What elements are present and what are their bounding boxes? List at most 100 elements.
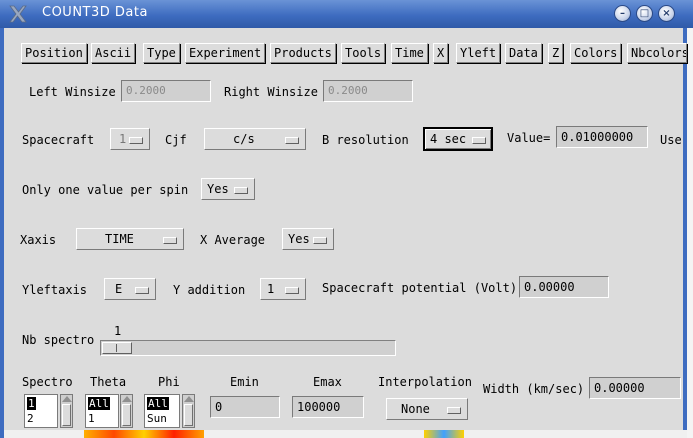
menu-ascii[interactable]: Ascii xyxy=(91,43,136,63)
use-label: Use xyxy=(660,133,682,147)
one-value-per-spin-label: Only one value per spin xyxy=(22,183,189,197)
background-plot-strip xyxy=(4,430,687,438)
spectro-label: Spectro xyxy=(22,375,73,389)
x-average-label: X Average xyxy=(200,233,266,247)
y-addition-select[interactable]: 1 xyxy=(260,278,306,300)
menu-position[interactable]: Position xyxy=(21,43,87,63)
emax-field[interactable]: 100000 xyxy=(292,396,364,418)
yleftaxis-label: Yleftaxis xyxy=(22,283,88,297)
one-value-per-spin-select[interactable]: Yes xyxy=(201,178,255,200)
interpolation-value: None xyxy=(401,402,430,416)
option-indicator-icon xyxy=(129,137,143,144)
window-title: COUNT3D Data xyxy=(42,5,148,20)
theta-list[interactable]: All 1 xyxy=(85,394,119,428)
cjf-select[interactable]: c/s xyxy=(204,128,306,150)
maximize-icon: □ xyxy=(639,8,650,19)
emin-label: Emin xyxy=(230,375,259,389)
spectro-scrollbar[interactable] xyxy=(60,394,73,428)
left-winsize-label: Left Winsize xyxy=(29,85,116,99)
option-indicator-icon xyxy=(285,137,299,144)
spacecraft-potential-field[interactable]: 0.00000 xyxy=(519,276,609,298)
phi-list[interactable]: All Sun xyxy=(144,394,180,428)
scroll-up-icon[interactable] xyxy=(122,396,132,402)
spacecraft-select[interactable]: 1 xyxy=(110,128,150,150)
option-indicator-icon xyxy=(234,187,248,194)
value-field[interactable]: 0.01000000 xyxy=(556,126,648,148)
xaxis-select[interactable]: TIME xyxy=(76,228,184,250)
yleftaxis-select[interactable]: E xyxy=(104,278,156,300)
list-item-selected[interactable]: 1 xyxy=(27,397,36,410)
left-winsize-field[interactable]: 0.2000 xyxy=(121,80,211,102)
minimize-icon: – xyxy=(620,8,625,19)
list-item-selected[interactable]: All xyxy=(147,397,169,410)
emin-field[interactable]: 0 xyxy=(210,396,280,418)
menu-experiment[interactable]: Experiment xyxy=(185,43,266,63)
spectrogram-fragment xyxy=(84,430,204,438)
phi-scrollbar[interactable] xyxy=(182,394,195,428)
scrollbar-thumb[interactable] xyxy=(184,404,193,426)
maximize-button[interactable]: □ xyxy=(636,5,653,22)
spacecraft-label: Spacecraft xyxy=(22,133,95,147)
cjf-value: c/s xyxy=(233,132,255,146)
scroll-up-icon[interactable] xyxy=(184,396,194,402)
menu-colors[interactable]: Colors xyxy=(570,43,622,63)
y-addition-label: Y addition xyxy=(173,283,246,297)
b-resolution-label: B resolution xyxy=(322,133,409,147)
option-indicator-icon xyxy=(135,287,149,294)
width-field[interactable]: 0.00000 xyxy=(589,377,681,399)
value-label: Value= xyxy=(507,131,551,145)
list-item[interactable]: 1 xyxy=(88,412,95,425)
nb-spectro-value: 1 xyxy=(114,324,122,338)
emax-label: Emax xyxy=(313,375,342,389)
spectro-list[interactable]: 1 2 xyxy=(24,394,58,428)
interpolation-label: Interpolation xyxy=(378,375,472,389)
interpolation-select[interactable]: None xyxy=(386,398,468,420)
yleftaxis-value: E xyxy=(115,282,123,296)
option-indicator-icon xyxy=(163,237,177,244)
menu-tools[interactable]: Tools xyxy=(341,43,386,63)
menu-time[interactable]: Time xyxy=(391,43,428,63)
b-resolution-select[interactable]: 4 sec xyxy=(423,127,493,151)
spin-value: Yes xyxy=(207,182,229,196)
menu-products[interactable]: Products xyxy=(270,43,336,63)
spacecraft-value: 1 xyxy=(119,132,127,146)
right-winsize-label: Right Winsize xyxy=(224,85,318,99)
slider-thumb[interactable] xyxy=(102,342,132,354)
menu-type[interactable]: Type xyxy=(143,43,180,63)
x-logo-icon xyxy=(9,5,27,23)
spacecraft-potential-label: Spacecraft potential (Volt) xyxy=(322,281,518,295)
option-indicator-icon xyxy=(313,237,327,244)
menu-nbcolors[interactable]: Nbcolors xyxy=(627,43,687,63)
xaxis-label: Xaxis xyxy=(20,233,57,247)
x-average-value: Yes xyxy=(288,232,310,246)
scrollbar-thumb[interactable] xyxy=(62,404,71,426)
minimize-button[interactable]: – xyxy=(614,5,631,22)
scroll-up-icon[interactable] xyxy=(62,396,72,402)
right-winsize-field[interactable]: 0.2000 xyxy=(323,80,413,102)
option-indicator-icon xyxy=(472,137,486,144)
phi-label: Phi xyxy=(158,375,180,389)
spectrogram-fragment xyxy=(424,430,464,438)
x-average-select[interactable]: Yes xyxy=(282,228,334,250)
menu-z[interactable]: Z xyxy=(548,43,564,63)
close-button[interactable]: × xyxy=(658,5,675,22)
list-item[interactable]: 2 xyxy=(27,412,34,425)
close-icon: × xyxy=(662,8,671,19)
xaxis-value: TIME xyxy=(105,232,134,246)
menu-data[interactable]: Data xyxy=(505,43,542,63)
title-bar[interactable]: COUNT3D Data – □ × xyxy=(0,0,693,28)
list-item[interactable]: Sun xyxy=(147,412,167,425)
scrollbar-thumb[interactable] xyxy=(122,404,131,426)
theta-label: Theta xyxy=(90,375,127,389)
cjf-label: Cjf xyxy=(165,133,187,147)
menu-yleft[interactable]: Yleft xyxy=(456,43,501,63)
nb-spectro-slider[interactable] xyxy=(100,340,396,356)
nb-spectro-label: Nb spectro xyxy=(22,333,95,347)
menu-x[interactable]: X xyxy=(433,43,449,63)
list-item-selected[interactable]: All xyxy=(88,397,110,410)
y-addition-value: 1 xyxy=(267,282,275,296)
b-resolution-value: 4 sec xyxy=(430,132,467,146)
theta-scrollbar[interactable] xyxy=(120,394,133,428)
option-indicator-icon xyxy=(285,287,299,294)
background-window-edge xyxy=(687,28,693,438)
